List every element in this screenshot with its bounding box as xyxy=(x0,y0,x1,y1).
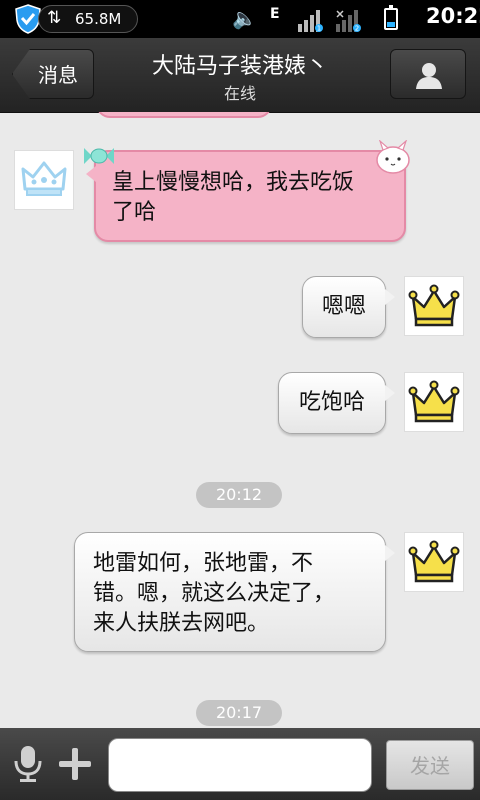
gold-crown-icon xyxy=(408,380,460,423)
message-bubble[interactable]: 地雷如何，张地雷，不 错。嗯，就这么决定了， 来人扶朕去网吧。 xyxy=(74,532,395,652)
status-bar: ⇅ 65.8M 🔈 E 1 2 20:22 xyxy=(0,0,480,38)
blue-crown-icon xyxy=(21,161,67,196)
candy-icon xyxy=(84,148,114,164)
previous-message-bubble[interactable] xyxy=(96,112,272,118)
timestamp-divider: 20:12 xyxy=(196,482,282,508)
message-text-line: 来人扶朕去网吧。 xyxy=(93,611,270,636)
chat-title: 大陆马子装港婊丶 xyxy=(151,54,328,79)
signal-sim1-icon: 1 xyxy=(298,10,323,33)
message-text-line: 了哈 xyxy=(112,200,157,225)
message-text-line: 地雷如何，张地雷，不 xyxy=(93,551,314,576)
online-status: 在线 xyxy=(223,84,256,103)
message-list[interactable]: 皇上慢慢想哈，我去吃饭 了哈 嗯嗯 吃饱哈 20:12 地雷如何，张地雷，不 错… xyxy=(0,112,480,728)
volume-icon: 🔈 xyxy=(232,6,257,30)
my-avatar[interactable] xyxy=(404,276,464,336)
message-text-line: 错。嗯，就这么决定了， xyxy=(93,581,336,606)
clock: 20:22 xyxy=(426,4,480,28)
input-bar: 发送 xyxy=(0,728,480,800)
user-icon xyxy=(416,63,442,89)
message-input[interactable] xyxy=(108,738,372,792)
message-text: 吃饱哈 xyxy=(298,390,365,415)
my-avatar[interactable] xyxy=(404,372,464,432)
title-bar: 消息 大陆马子装港婊丶 在线 xyxy=(0,38,480,113)
message-bubble[interactable]: 嗯嗯 xyxy=(302,276,395,338)
battery-icon xyxy=(384,5,398,30)
contact-avatar[interactable] xyxy=(14,150,74,210)
message-bubble[interactable]: 皇上慢慢想哈，我去吃饭 了哈 xyxy=(84,140,410,242)
message-text: 嗯嗯 xyxy=(321,294,366,319)
profile-button[interactable] xyxy=(390,49,466,99)
back-button[interactable]: 消息 xyxy=(12,49,94,99)
microphone-icon[interactable] xyxy=(12,744,44,784)
sim1-badge: 1 xyxy=(317,25,321,33)
signal-sim2-icon: 2 xyxy=(336,10,361,33)
memory-indicator[interactable]: ⇅ 65.8M xyxy=(38,5,138,33)
gold-crown-icon xyxy=(408,284,460,327)
timestamp-divider: 20:17 xyxy=(196,700,282,726)
gold-crown-icon xyxy=(408,540,460,583)
network-type-label: E xyxy=(270,6,280,22)
add-attachment-icon[interactable] xyxy=(58,744,92,784)
my-avatar[interactable] xyxy=(404,532,464,592)
message-bubble[interactable]: 吃饱哈 xyxy=(278,372,395,434)
sync-icon: ⇅ xyxy=(47,8,62,28)
message-text-line: 皇上慢慢想哈，我去吃饭 xyxy=(112,170,355,195)
bunny-sticker-icon xyxy=(376,140,410,174)
memory-value: 65.8M xyxy=(75,10,122,28)
sim2-badge: 2 xyxy=(355,25,359,33)
send-button[interactable]: 发送 xyxy=(386,740,474,790)
